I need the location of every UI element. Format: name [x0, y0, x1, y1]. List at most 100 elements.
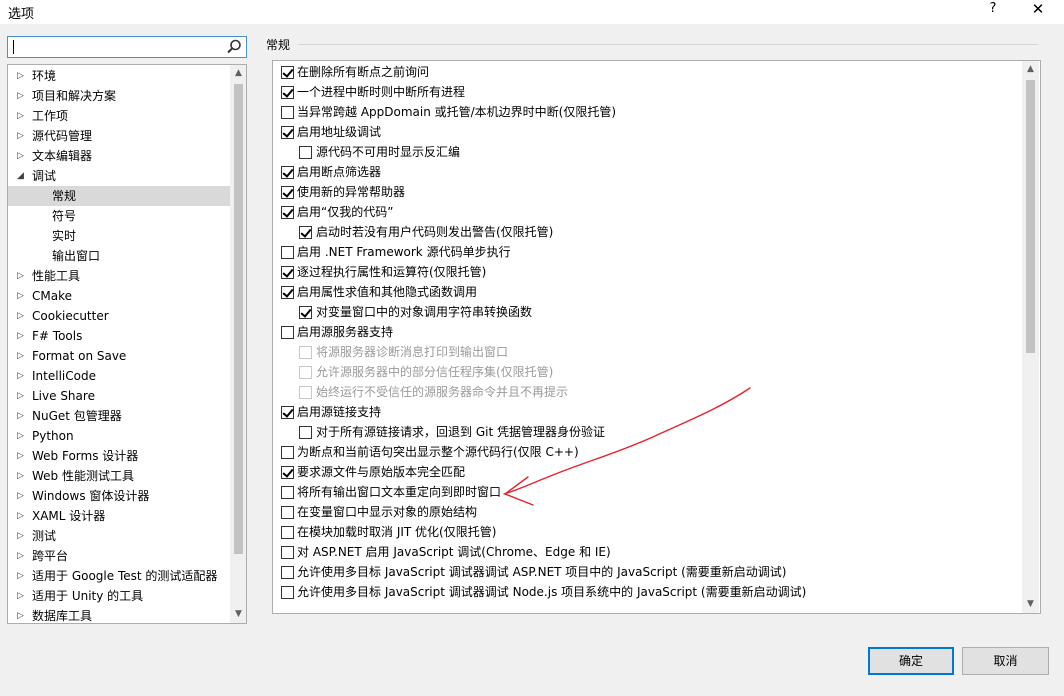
option-checkbox[interactable] [281, 126, 294, 139]
option-row[interactable]: 在模块加载时取消 JIT 优化(仅限托管) [273, 522, 1021, 542]
option-checkbox[interactable] [299, 306, 312, 319]
option-checkbox[interactable] [281, 466, 294, 479]
cancel-button[interactable]: 取消 [962, 647, 1049, 675]
collapsed-arrow-icon[interactable]: ▷ [17, 566, 27, 586]
option-checkbox[interactable] [281, 546, 294, 559]
collapsed-arrow-icon[interactable]: ▷ [17, 346, 27, 366]
option-row[interactable]: 启用源服务器支持 [273, 322, 1021, 342]
option-row[interactable]: 启用断点筛选器 [273, 162, 1021, 182]
collapsed-arrow-icon[interactable]: ▷ [17, 606, 27, 623]
tree-item[interactable]: ▷ 适用于 Unity 的工具 [8, 586, 230, 606]
tree-item[interactable]: 输出窗口 [8, 246, 230, 266]
option-row[interactable]: 对变量窗口中的对象调用字符串转换函数 [273, 302, 1021, 322]
tree-scrollbar[interactable]: ▲ ▼ [230, 65, 246, 623]
expanded-arrow-icon[interactable]: ◢ [17, 166, 27, 186]
tree-item[interactable]: ▷ NuGet 包管理器 [8, 406, 230, 426]
collapsed-arrow-icon[interactable]: ▷ [17, 466, 27, 486]
collapsed-arrow-icon[interactable]: ▷ [17, 586, 27, 606]
option-checkbox[interactable] [281, 326, 294, 339]
tree-item[interactable]: ◢ 调试 [8, 166, 230, 186]
options-panel[interactable]: 在删除所有断点之前询问 一个进程中断时则中断所有进程 当异常跨越 AppDomain… [272, 60, 1041, 614]
option-checkbox[interactable] [281, 186, 294, 199]
tree-item[interactable]: ▷ 环境 [8, 66, 230, 86]
scroll-down-icon[interactable]: ▼ [230, 606, 246, 623]
tree-item[interactable]: ▷ 数据库工具 [8, 606, 230, 623]
collapsed-arrow-icon[interactable]: ▷ [17, 106, 27, 126]
collapsed-arrow-icon[interactable]: ▷ [17, 306, 27, 326]
tree-item[interactable]: ▷ CMake [8, 286, 230, 306]
option-checkbox[interactable] [281, 106, 294, 119]
option-row[interactable]: 对于所有源链接请求，回退到 Git 凭据管理器身份验证 [273, 422, 1021, 442]
tree-item[interactable]: ▷ Web 性能测试工具 [8, 466, 230, 486]
option-checkbox[interactable] [281, 246, 294, 259]
option-checkbox[interactable] [281, 406, 294, 419]
option-checkbox[interactable] [281, 166, 294, 179]
option-checkbox[interactable] [281, 586, 294, 599]
help-button[interactable]: ? [985, 1, 1001, 21]
option-checkbox[interactable] [281, 566, 294, 579]
scroll-up-icon[interactable]: ▲ [230, 65, 246, 82]
option-row[interactable]: 对 ASP.NET 启用 JavaScript 调试(Chrome、Edge 和… [273, 542, 1021, 562]
tree-item[interactable]: ▷ 项目和解决方案 [8, 86, 230, 106]
scroll-thumb[interactable] [1026, 80, 1035, 353]
option-row[interactable]: 在变量窗口中显示对象的原始结构 [273, 502, 1021, 522]
option-checkbox[interactable] [281, 266, 294, 279]
collapsed-arrow-icon[interactable]: ▷ [17, 146, 27, 166]
option-row[interactable]: 在删除所有断点之前询问 [273, 62, 1021, 82]
collapsed-arrow-icon[interactable]: ▷ [17, 386, 27, 406]
option-row[interactable]: 启用“仅我的代码” [273, 202, 1021, 222]
option-checkbox[interactable] [281, 526, 294, 539]
tree-item[interactable]: ▷ IntelliCode [8, 366, 230, 386]
collapsed-arrow-icon[interactable]: ▷ [17, 486, 27, 506]
tree-item[interactable]: 实时 [8, 226, 230, 246]
tree-item[interactable]: ▷ 工作项 [8, 106, 230, 126]
tree-item[interactable]: ▷ 性能工具 [8, 266, 230, 286]
option-checkbox[interactable] [299, 426, 312, 439]
collapsed-arrow-icon[interactable]: ▷ [17, 366, 27, 386]
option-row[interactable]: 要求源文件与原始版本完全匹配 [273, 462, 1021, 482]
collapsed-arrow-icon[interactable]: ▷ [17, 546, 27, 566]
scroll-down-icon[interactable]: ▼ [1022, 596, 1039, 613]
option-checkbox[interactable] [281, 206, 294, 219]
ok-button[interactable]: 确定 [868, 647, 954, 675]
collapsed-arrow-icon[interactable]: ▷ [17, 266, 27, 286]
option-checkbox[interactable] [299, 146, 312, 159]
tree-item[interactable]: ▷ Python [8, 426, 230, 446]
tree-item[interactable]: ▷ Live Share [8, 386, 230, 406]
tree-item[interactable]: 常规 [8, 186, 230, 206]
tree-item[interactable]: ▷ 测试 [8, 526, 230, 546]
collapsed-arrow-icon[interactable]: ▷ [17, 426, 27, 446]
close-button[interactable]: ✕ [1028, 0, 1048, 22]
collapsed-arrow-icon[interactable]: ▷ [17, 526, 27, 546]
tree-item[interactable]: ▷ XAML 设计器 [8, 506, 230, 526]
category-tree[interactable]: ▷ 环境 ▷ 项目和解决方案 ▷ 工作项 ▷ 源代码管理 ▷ 文本编辑器 ◢ 调试 常规 符号 实时 输出窗口… [7, 64, 247, 624]
scroll-thumb[interactable] [234, 84, 243, 554]
option-row[interactable]: 允许使用多目标 JavaScript 调试器调试 Node.js 项目系统中的 … [273, 582, 1021, 602]
option-row[interactable]: 当异常跨越 AppDomain 或托管/本机边界时中断(仅限托管) [273, 102, 1021, 122]
tree-item[interactable]: 符号 [8, 206, 230, 226]
collapsed-arrow-icon[interactable]: ▷ [17, 66, 27, 86]
option-row[interactable]: 一个进程中断时则中断所有进程 [273, 82, 1021, 102]
tree-item[interactable]: ▷ 跨平台 [8, 546, 230, 566]
option-row[interactable]: 逐过程执行属性和运算符(仅限托管) [273, 262, 1021, 282]
scroll-up-icon[interactable]: ▲ [1022, 61, 1039, 78]
tree-item[interactable]: ▷ F# Tools [8, 326, 230, 346]
option-checkbox[interactable] [281, 86, 294, 99]
option-checkbox[interactable] [281, 486, 294, 499]
option-row[interactable]: 使用新的异常帮助器 [273, 182, 1021, 202]
option-row[interactable]: 启用地址级调试 [273, 122, 1021, 142]
collapsed-arrow-icon[interactable]: ▷ [17, 86, 27, 106]
tree-item[interactable]: ▷ 适用于 Google Test 的测试适配器 [8, 566, 230, 586]
option-row[interactable]: 允许使用多目标 JavaScript 调试器调试 ASP.NET 项目中的 Ja… [273, 562, 1021, 582]
tree-item[interactable]: ▷ Web Forms 设计器 [8, 446, 230, 466]
option-checkbox[interactable] [281, 286, 294, 299]
option-row[interactable]: 源代码不可用时显示反汇编 [273, 142, 1021, 162]
option-checkbox[interactable] [281, 66, 294, 79]
tree-item[interactable]: ▷ 文本编辑器 [8, 146, 230, 166]
collapsed-arrow-icon[interactable]: ▷ [17, 506, 27, 526]
search-input[interactable] [7, 36, 247, 58]
tree-item[interactable]: ▷ 源代码管理 [8, 126, 230, 146]
search-icon[interactable] [225, 38, 243, 56]
option-row[interactable]: 启用属性求值和其他隐式函数调用 [273, 282, 1021, 302]
collapsed-arrow-icon[interactable]: ▷ [17, 126, 27, 146]
